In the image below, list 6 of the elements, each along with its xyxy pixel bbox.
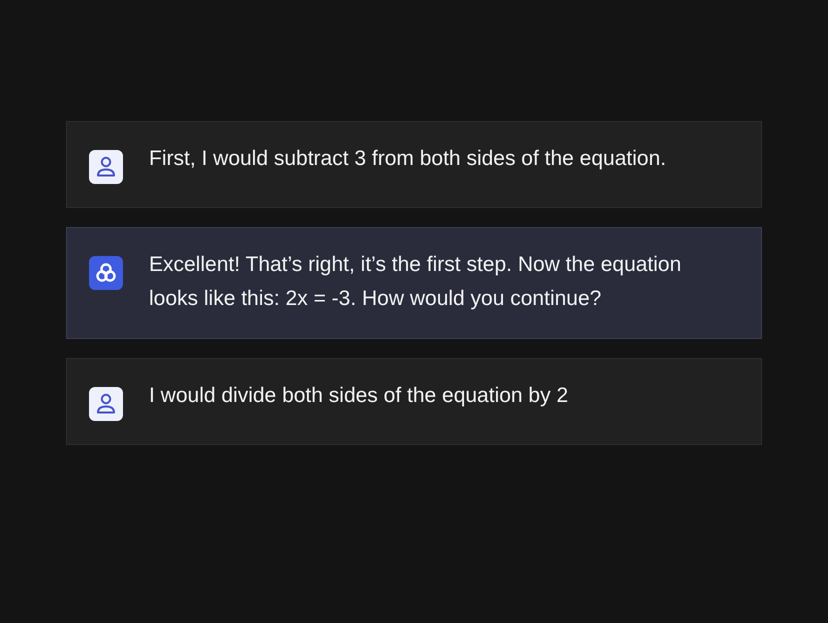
- message-text: I would divide both sides of the equation by 2: [149, 383, 570, 409]
- message-text: First, I would subtract 3 from both sides of the equation.: [149, 146, 668, 172]
- knot-logo-icon: [89, 256, 123, 290]
- message-text: Excellent! That’s right, it’s the first step. Now the equation looks like this: 2x = -3. How would you continue?: [149, 252, 682, 312]
- user-icon: [89, 150, 123, 184]
- user-icon: [89, 387, 123, 421]
